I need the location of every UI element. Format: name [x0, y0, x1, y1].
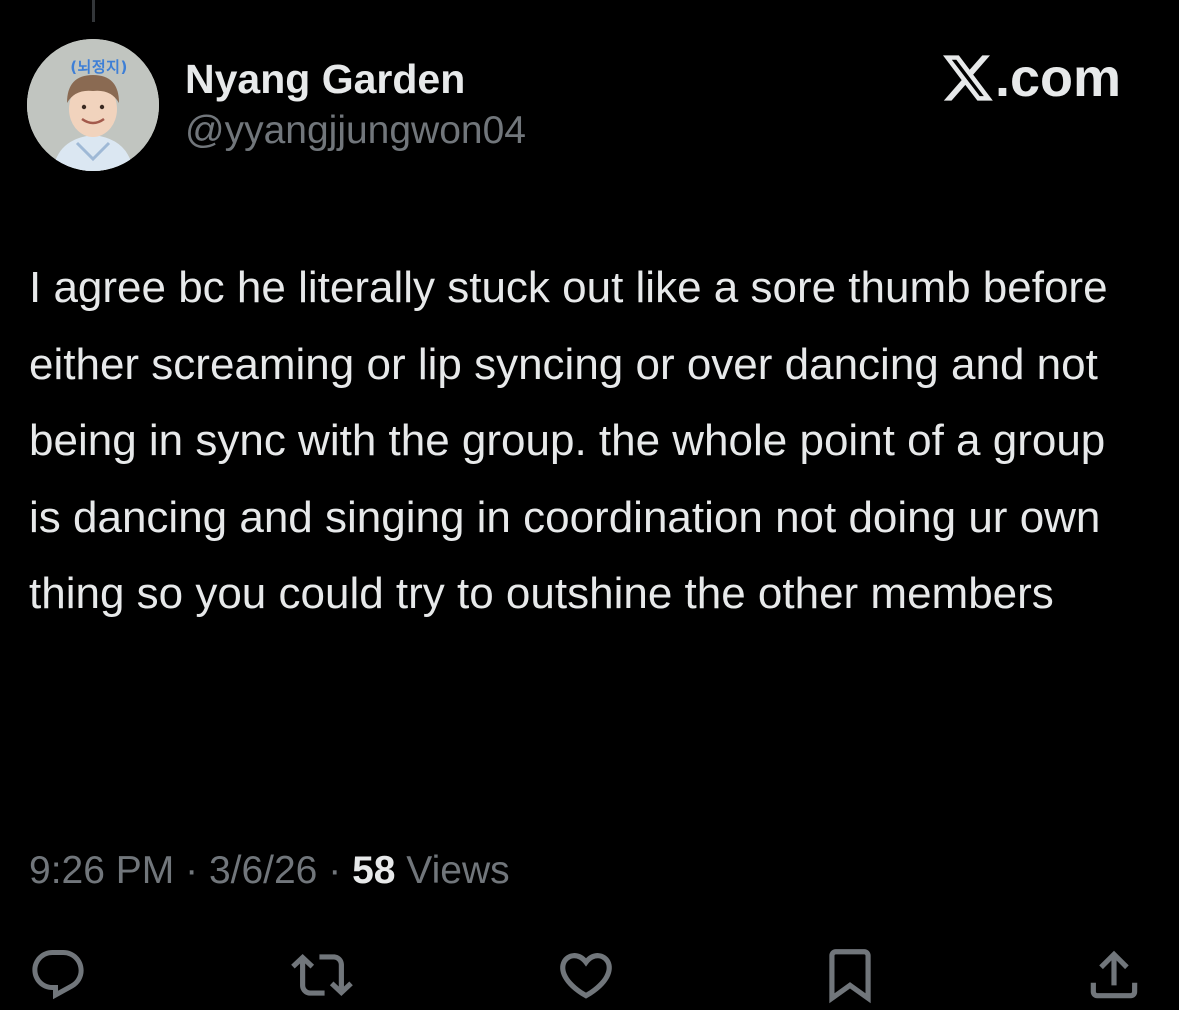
avatar-caption: (뇌정지)	[70, 58, 128, 76]
tweet-meta: 9:26 PM · 3/6/26 · 58 Views	[29, 847, 510, 895]
brand-label: .com	[994, 48, 1121, 108]
meta-separator: ·	[185, 849, 199, 892]
tweet-time[interactable]: 9:26 PM	[29, 849, 174, 892]
avatar[interactable]: (뇌정지)	[27, 39, 159, 171]
bookmark-button[interactable]	[819, 944, 881, 1006]
tweet-text: I agree bc he literally stuck out like a…	[29, 263, 1108, 618]
heart-icon	[560, 953, 612, 999]
tweet-date[interactable]: 3/6/26	[209, 849, 317, 892]
views-count: 58	[352, 849, 396, 892]
repost-button[interactable]	[291, 944, 353, 1006]
reply-icon	[32, 950, 84, 1000]
like-button[interactable]	[555, 944, 617, 1006]
reply-button[interactable]	[27, 944, 89, 1006]
author-handle[interactable]: @yyangjjungwon04	[185, 108, 526, 154]
meta-separator: ·	[328, 849, 342, 892]
repost-icon	[291, 954, 353, 996]
share-icon	[1090, 950, 1138, 999]
views-label: Views	[406, 849, 510, 892]
bookmark-icon	[829, 949, 871, 1004]
author-display-name[interactable]: Nyang Garden	[185, 55, 465, 103]
x-logo-icon	[942, 55, 993, 101]
share-button[interactable]	[1083, 944, 1145, 1006]
thread-connector-line	[92, 0, 95, 22]
brand-watermark: .com	[942, 48, 1121, 108]
